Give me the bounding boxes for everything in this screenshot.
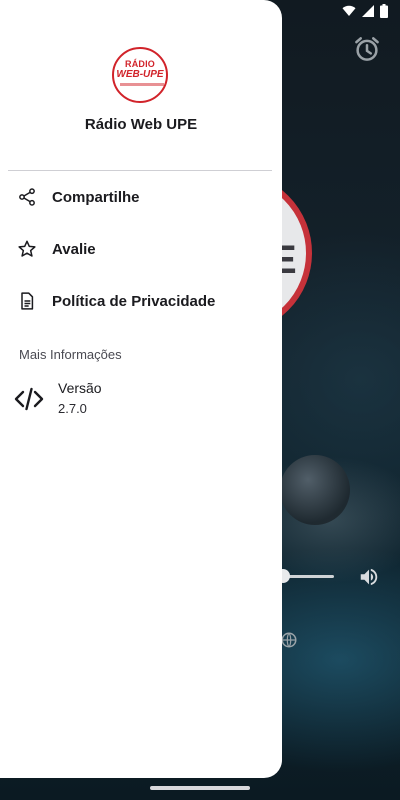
background-headphone-image — [280, 455, 350, 525]
document-icon — [16, 290, 38, 312]
status-bar — [342, 4, 388, 18]
version-label: Versão — [58, 380, 102, 396]
menu-item-share[interactable]: Compartilhe — [0, 172, 282, 222]
section-title-more-info: Mais Informações — [19, 347, 122, 362]
wifi-icon — [342, 5, 356, 16]
logo-text-top: RÁDIO — [125, 59, 155, 69]
menu-item-label: Avalie — [52, 240, 96, 258]
logo-tagline-stripe — [120, 83, 164, 86]
version-value: 2.7.0 — [58, 401, 87, 416]
share-icon — [16, 186, 38, 208]
volume-icon[interactable] — [358, 566, 380, 588]
version-info: Versão 2.7.0 — [0, 376, 282, 422]
gesture-home-bar[interactable] — [150, 786, 250, 790]
drawer-header: RÁDIO WEB-UPE Rádio Web UPE — [0, 0, 282, 170]
battery-icon — [380, 4, 388, 18]
station-logo: RÁDIO WEB-UPE — [112, 47, 168, 103]
menu-item-label: Política de Privacidade — [52, 292, 216, 310]
globe-icon[interactable] — [280, 628, 298, 652]
menu-item-rate[interactable]: Avalie — [0, 224, 282, 274]
menu-item-privacy-policy[interactable]: Política de Privacidade — [0, 276, 282, 326]
star-icon — [16, 238, 38, 260]
alarm-clock-icon[interactable] — [352, 34, 382, 64]
code-icon — [14, 387, 44, 411]
signal-icon — [362, 5, 374, 17]
header-divider — [8, 170, 272, 171]
menu-item-label: Compartilhe — [52, 188, 140, 206]
app-title: Rádio Web UPE — [84, 116, 198, 133]
logo-text-main: WEB-UPE — [116, 69, 164, 80]
navigation-drawer: RÁDIO WEB-UPE Rádio Web UPE Compartilhe … — [0, 0, 282, 778]
